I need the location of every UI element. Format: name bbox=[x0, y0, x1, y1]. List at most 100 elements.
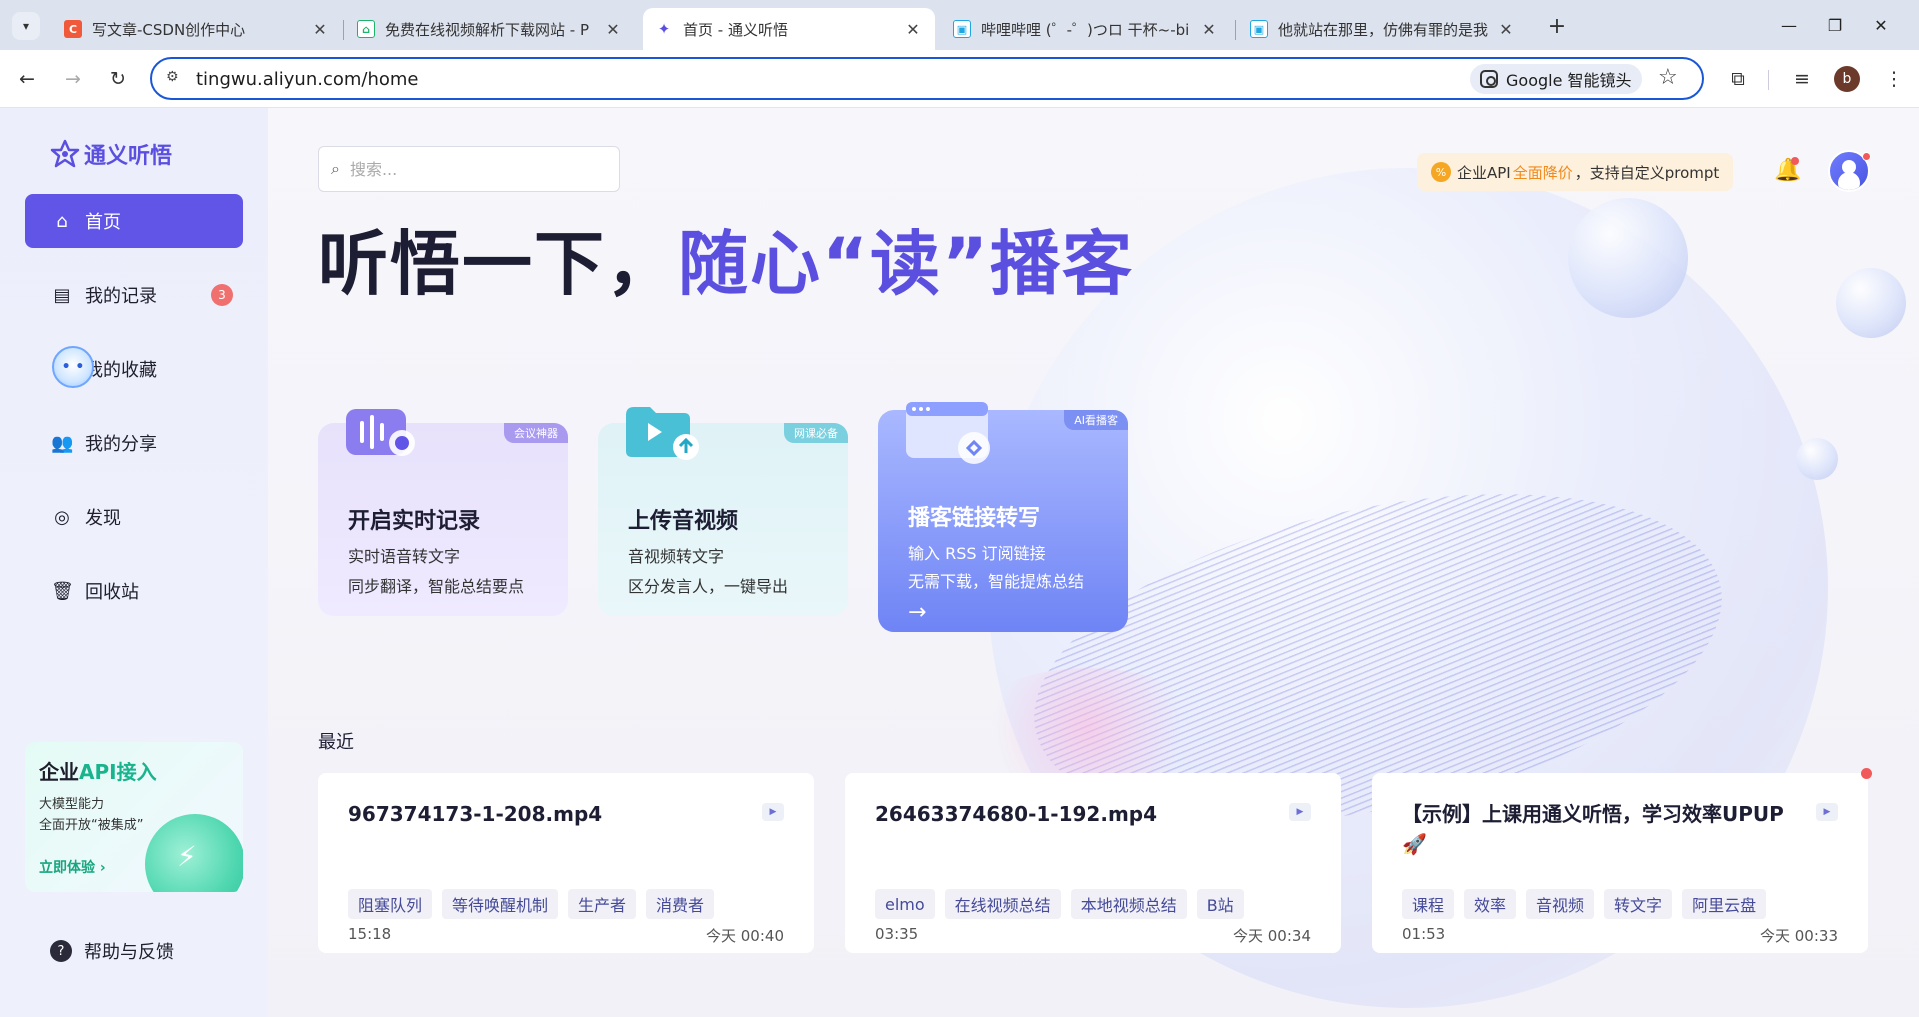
browser-tab[interactable]: ▣ 哔哩哔哩 (゜-゜)つロ 干杯~-bi ✕ bbox=[941, 8, 1231, 50]
sidebar-item-label: 我的收藏 bbox=[85, 360, 157, 381]
feature-desc: 无需下载，智能提炼总结 bbox=[908, 572, 1085, 591]
search-box[interactable]: ⌕ bbox=[318, 146, 620, 192]
enterprise-api-promo[interactable]: % 企业API 全面降价 ，支持自定义prompt bbox=[1417, 153, 1734, 191]
realtime-record-card[interactable]: 会议神器 开启实时记录 实时语音转文字 同步翻译，智能总结要点 bbox=[318, 409, 568, 616]
record-duration: 15:18 bbox=[348, 925, 392, 943]
recent-record-card[interactable]: 【示例】上课用通义听悟，学习效率UPUP 🚀 ▶ 课程 效率 音视频 转文字 阿… bbox=[1372, 773, 1868, 953]
home-icon: ⌂ bbox=[56, 210, 68, 232]
discount-icon: % bbox=[1431, 162, 1451, 182]
feature-tag: 网课必备 bbox=[784, 423, 848, 443]
help-feedback-link[interactable]: ? 帮助与反馈 bbox=[50, 938, 174, 964]
hero-heading: 听悟一下，随心“读”播客 bbox=[318, 223, 1135, 305]
sidebar-item-label: 回收站 bbox=[85, 582, 139, 603]
keyword-tag[interactable]: 音视频 bbox=[1526, 889, 1595, 919]
help-label: 帮助与反馈 bbox=[84, 942, 174, 963]
browser-menu-icon[interactable]: ⋮ bbox=[1880, 65, 1908, 93]
document-icon: ▤ bbox=[53, 284, 71, 306]
browser-tab[interactable]: C 写文章-CSDN创作中心 ✕ bbox=[52, 8, 342, 50]
sidebar-item-shares[interactable]: 👥 我的分享 bbox=[25, 416, 243, 470]
keyword-tag[interactable]: 效率 bbox=[1464, 889, 1517, 919]
keyword-tag[interactable]: 生产者 bbox=[568, 889, 637, 919]
app-logo[interactable]: 通义听悟 bbox=[50, 138, 172, 170]
keyword-tag[interactable]: 消费者 bbox=[646, 889, 715, 919]
back-icon[interactable]: ← bbox=[12, 64, 42, 94]
extensions-icon[interactable]: ⧉ bbox=[1724, 65, 1752, 93]
video-icon: ▶ bbox=[762, 803, 784, 821]
record-title: 967374173-1-208.mp4 bbox=[348, 802, 603, 826]
keyword-tag[interactable]: 等待唤醒机制 bbox=[442, 889, 559, 919]
browser-toolbar: ← → ↻ ⚙ tingwu.aliyun.com/home Google 智能… bbox=[0, 50, 1919, 108]
record-time: 今天 00:40 bbox=[706, 927, 784, 945]
record-time: 今天 00:34 bbox=[1233, 927, 1311, 945]
sidebar-item-discover[interactable]: ◎ 发现 bbox=[25, 490, 243, 544]
site-favicon-icon: ⌂ bbox=[357, 20, 375, 38]
toolbar-separator bbox=[1768, 70, 1769, 90]
bilibili-favicon-icon: ▣ bbox=[953, 20, 971, 38]
keyword-tag[interactable]: 阿里云盘 bbox=[1682, 889, 1767, 919]
close-tab-icon[interactable]: ✕ bbox=[1199, 20, 1219, 39]
sidebar-item-home[interactable]: ⌂ 首页 bbox=[25, 194, 243, 248]
notification-dot bbox=[1791, 157, 1799, 165]
close-tab-icon[interactable]: ✕ bbox=[1496, 20, 1516, 39]
recent-section-title: 最近 bbox=[318, 732, 354, 753]
browser-tab[interactable]: ⌂ 免费在线视频解析下载网站 - P ✕ bbox=[345, 8, 635, 50]
keyword-tag[interactable]: elmo bbox=[875, 889, 935, 919]
restore-icon[interactable]: ❐ bbox=[1820, 12, 1850, 38]
podcast-window-icon bbox=[906, 402, 990, 464]
browser-tab-active[interactable]: ✦ 首页 - 通义听悟 ✕ bbox=[643, 8, 935, 50]
enterprise-api-card[interactable]: 企业API接入 大模型能力 全面开放“被集成” 立即体验 › bbox=[25, 742, 243, 892]
lens-icon bbox=[1480, 70, 1498, 88]
keyword-tag[interactable]: 转文字 bbox=[1604, 889, 1673, 919]
close-tab-icon[interactable]: ✕ bbox=[603, 20, 623, 39]
keyword-tag[interactable]: B站 bbox=[1196, 889, 1244, 919]
tab-separator bbox=[1235, 20, 1236, 40]
feature-desc: 实时语音转文字 bbox=[348, 547, 461, 566]
tab-separator bbox=[343, 20, 344, 40]
minimize-icon[interactable]: — bbox=[1774, 12, 1804, 38]
browser-tab[interactable]: ▣ 他就站在那里，仿佛有罪的是我 ✕ bbox=[1238, 8, 1528, 50]
record-duration: 03:35 bbox=[875, 925, 919, 943]
api-card-link[interactable]: 立即体验 › bbox=[39, 857, 106, 877]
keyword-tag[interactable]: 在线视频总结 bbox=[944, 889, 1061, 919]
sidebar-item-trash[interactable]: 🗑 回收站 bbox=[25, 564, 243, 618]
bookmark-star-icon[interactable]: ☆ bbox=[1658, 65, 1678, 90]
decorative-bubble bbox=[1568, 198, 1688, 318]
bilibili-favicon-icon: ▣ bbox=[1250, 20, 1268, 38]
podcast-link-card[interactable]: AI看播客 播客链接转写 输入 RSS 订阅链接 无需下载，智能提炼总结 → bbox=[878, 402, 1128, 632]
tab-search-menu-button[interactable]: ▾ bbox=[12, 12, 40, 40]
close-tab-icon[interactable]: ✕ bbox=[903, 20, 923, 39]
record-tags: 课程 效率 音视频 转文字 阿里云盘 bbox=[1402, 889, 1776, 919]
forward-icon[interactable]: → bbox=[58, 64, 88, 94]
new-tab-button[interactable]: + bbox=[1543, 12, 1571, 40]
keyword-tag[interactable]: 课程 bbox=[1402, 889, 1455, 919]
media-control-icon[interactable]: ≡ bbox=[1788, 65, 1816, 93]
search-input[interactable] bbox=[349, 159, 600, 179]
keyword-tag[interactable]: 阻塞队列 bbox=[348, 889, 433, 919]
avatar-notification-dot bbox=[1862, 152, 1871, 161]
browser-tabstrip: ▾ C 写文章-CSDN创作中心 ✕ ⌂ 免费在线视频解析下载网站 - P ✕ … bbox=[0, 0, 1919, 50]
site-settings-icon[interactable]: ⚙ bbox=[166, 69, 184, 87]
signal-icon: ◎ bbox=[54, 506, 70, 528]
tab-title: 首页 - 通义听悟 bbox=[683, 20, 788, 39]
video-icon: ▶ bbox=[1289, 803, 1311, 821]
feature-tag: 会议神器 bbox=[504, 423, 568, 443]
sidebar-item-label: 我的记录 bbox=[85, 286, 157, 307]
google-lens-button[interactable]: Google 智能镜头 bbox=[1470, 64, 1642, 94]
records-count-badge: 3 bbox=[211, 284, 233, 306]
recent-record-card[interactable]: 26463374680-1-192.mp4 ▶ elmo 在线视频总结 本地视频… bbox=[845, 773, 1341, 953]
keyword-tag[interactable]: 本地视频总结 bbox=[1070, 889, 1187, 919]
tingwu-favicon-icon: ✦ bbox=[655, 20, 673, 38]
address-bar[interactable]: ⚙ tingwu.aliyun.com/home Google 智能镜头 ☆ bbox=[150, 57, 1704, 100]
url-text[interactable]: tingwu.aliyun.com/home bbox=[196, 69, 419, 90]
arrow-right-icon[interactable]: → bbox=[908, 600, 926, 625]
upload-media-card[interactable]: 网课必备 上传音视频 音视频转文字 区分发言人，一键导出 bbox=[598, 407, 848, 616]
feature-title: 开启实时记录 bbox=[348, 509, 481, 534]
search-icon: ⌕ bbox=[331, 159, 340, 178]
recent-record-card[interactable]: 967374173-1-208.mp4 ▶ 阻塞队列 等待唤醒机制 生产者 消费… bbox=[318, 773, 814, 953]
close-tab-icon[interactable]: ✕ bbox=[310, 20, 330, 39]
sidebar-item-records[interactable]: ▤ 我的记录 3 bbox=[25, 268, 243, 322]
assistant-bot-icon[interactable]: • • bbox=[52, 346, 94, 388]
reload-icon[interactable]: ↻ bbox=[103, 64, 133, 94]
browser-profile-avatar[interactable]: b bbox=[1834, 66, 1860, 92]
close-window-icon[interactable]: ✕ bbox=[1866, 12, 1896, 38]
